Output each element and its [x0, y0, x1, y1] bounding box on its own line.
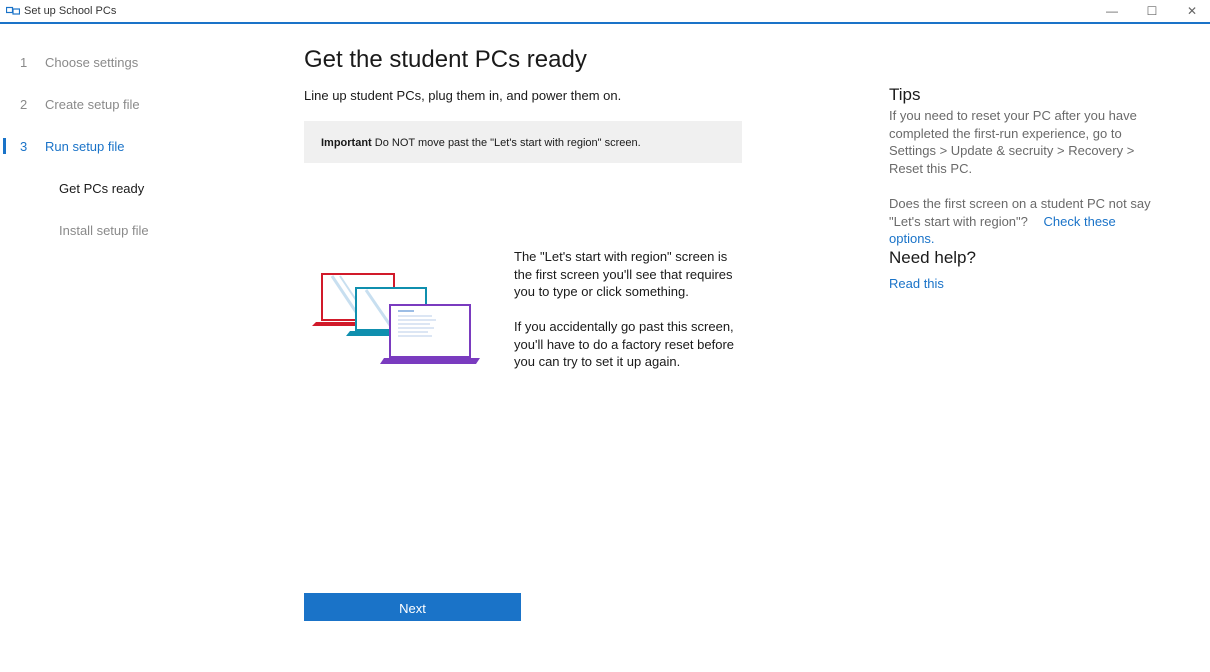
nav-step-number: 3: [20, 138, 28, 154]
next-button[interactable]: Next: [304, 593, 521, 621]
window-title: Set up School PCs: [24, 5, 117, 17]
page-subtitle: Line up student PCs, plug them in, and p…: [304, 88, 622, 103]
read-this-link[interactable]: Read this: [889, 275, 1154, 293]
important-label: Important: [321, 137, 372, 149]
tips-heading: Tips: [889, 85, 921, 104]
minimize-icon[interactable]: —: [1092, 0, 1132, 22]
page-title: Get the student PCs ready: [304, 46, 587, 73]
nav-step-number: 2: [20, 96, 28, 112]
nav-step-label: Create setup file: [45, 96, 140, 112]
important-text: Do NOT move past the "Let's start with r…: [371, 137, 641, 149]
need-help-heading: Need help?: [889, 248, 976, 267]
tips-first-screen-question: Does the first screen on a student PC no…: [889, 195, 1154, 248]
laptops-illustration: [312, 273, 480, 364]
nav-step-number: 1: [20, 54, 28, 70]
important-notice: Important Do NOT move past the "Let's st…: [304, 121, 742, 163]
close-icon[interactable]: ✕: [1172, 0, 1210, 22]
tips-reset-text: If you need to reset your PC after you h…: [889, 108, 1137, 176]
app-icon: [6, 6, 20, 15]
active-step-indicator: [3, 138, 6, 154]
nav-substep-get-pcs-ready[interactable]: Get PCs ready: [59, 181, 144, 196]
region-screen-description: The "Let's start with region" screen is …: [514, 249, 733, 299]
nav-step-label: Run setup file: [45, 138, 125, 154]
nav-substep-install-setup-file[interactable]: Install setup file: [59, 223, 149, 238]
title-bar: Set up School PCs — ☐ ✕: [0, 0, 1210, 24]
maximize-icon[interactable]: ☐: [1132, 0, 1172, 22]
nav-step-label: Choose settings: [45, 54, 139, 70]
purple-laptop: [380, 304, 480, 364]
factory-reset-warning: If you accidentally go past this screen,…: [514, 319, 734, 369]
